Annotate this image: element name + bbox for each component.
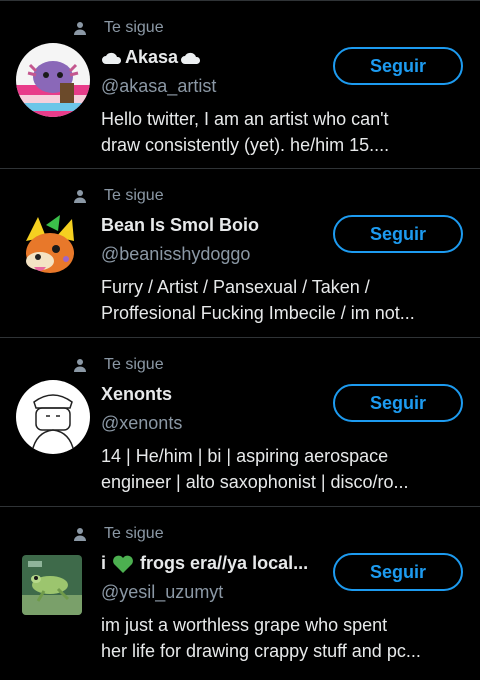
follows-you-label: Te sigue <box>72 17 164 39</box>
bio-line: Furry / Artist / Pansexual / Taken / <box>101 277 370 297</box>
person-icon <box>74 22 86 35</box>
user-bio: Furry / Artist / Pansexual / Taken / Pro… <box>101 274 461 326</box>
axolotl-avatar-image <box>16 43 90 117</box>
bio-line: draw consistently (yet). he/him 15.... <box>101 135 390 155</box>
person-icon <box>74 359 86 372</box>
bio-line: Proffesional Fucking Imbecile / im not..… <box>101 303 415 323</box>
person-icon <box>74 528 86 541</box>
follows-you-label: Te sigue <box>72 523 164 545</box>
user-row[interactable]: Te sigue Xenonts @xenonts 14 | He/him | … <box>0 338 480 507</box>
follow-button[interactable]: Seguir <box>333 553 463 591</box>
display-name[interactable]: Bean Is Smol Boio <box>101 215 259 236</box>
dog-avatar-image <box>16 211 90 285</box>
display-name-text: frogs era//ya local... <box>140 553 309 573</box>
bio-line: Hello twitter, I am an artist who can't <box>101 109 389 129</box>
avatar[interactable] <box>22 555 82 615</box>
user-bio: im just a worthless grape who spent her … <box>101 612 461 664</box>
display-name-prefix: i <box>101 553 107 573</box>
cloud-icon <box>102 52 122 64</box>
bio-line: 14 | He/him | bi | aspiring aerospace <box>101 446 389 466</box>
cloud-icon <box>181 52 201 64</box>
display-name[interactable]: i frogs era//ya local... <box>101 553 308 574</box>
user-row[interactable]: Te sigue i frogs era//ya local... @yesil… <box>0 507 480 680</box>
user-bio: Hello twitter, I am an artist who can't … <box>101 106 461 158</box>
bio-line: her life for drawing crappy stuff and pc… <box>101 641 421 661</box>
user-handle[interactable]: @xenonts <box>101 413 182 434</box>
frog-avatar-image <box>22 555 82 615</box>
follow-button[interactable]: Seguir <box>333 215 463 253</box>
user-row[interactable]: Te sigue Akasa @akasa_artist Hello twitt… <box>0 0 480 169</box>
bio-line: im just a worthless grape who spent <box>101 615 388 635</box>
display-name-text: Akasa <box>125 47 179 67</box>
sketch-avatar-image <box>16 380 90 454</box>
display-name-text: Xenonts <box>101 384 173 404</box>
follows-you-text: Te sigue <box>104 525 164 542</box>
follows-you-text: Te sigue <box>104 19 164 36</box>
follows-you-label: Te sigue <box>72 185 164 207</box>
user-handle[interactable]: @yesil_uzumyt <box>101 582 223 603</box>
follows-you-text: Te sigue <box>104 356 164 373</box>
user-handle[interactable]: @beanisshydoggo <box>101 244 250 265</box>
follow-button[interactable]: Seguir <box>333 47 463 85</box>
avatar[interactable] <box>16 43 90 117</box>
follows-you-text: Te sigue <box>104 187 164 204</box>
display-name[interactable]: Xenonts <box>101 384 172 405</box>
bio-line: engineer | alto saxophonist | disco/ro..… <box>101 472 409 492</box>
green-heart-icon <box>113 555 133 573</box>
followers-list: Te sigue Akasa @akasa_artist Hello twitt… <box>0 0 480 680</box>
avatar[interactable] <box>16 380 90 454</box>
user-bio: 14 | He/him | bi | aspiring aerospace en… <box>101 443 461 495</box>
display-name[interactable]: Akasa <box>101 47 202 68</box>
follow-button[interactable]: Seguir <box>333 384 463 422</box>
person-icon <box>74 190 86 203</box>
display-name-text: Bean Is Smol Boio <box>101 215 260 235</box>
user-handle[interactable]: @akasa_artist <box>101 76 216 97</box>
user-row[interactable]: Te sigue Bean Is Smol Boio @beanisshydog… <box>0 169 480 338</box>
follows-you-label: Te sigue <box>72 354 164 376</box>
avatar[interactable] <box>16 211 90 285</box>
